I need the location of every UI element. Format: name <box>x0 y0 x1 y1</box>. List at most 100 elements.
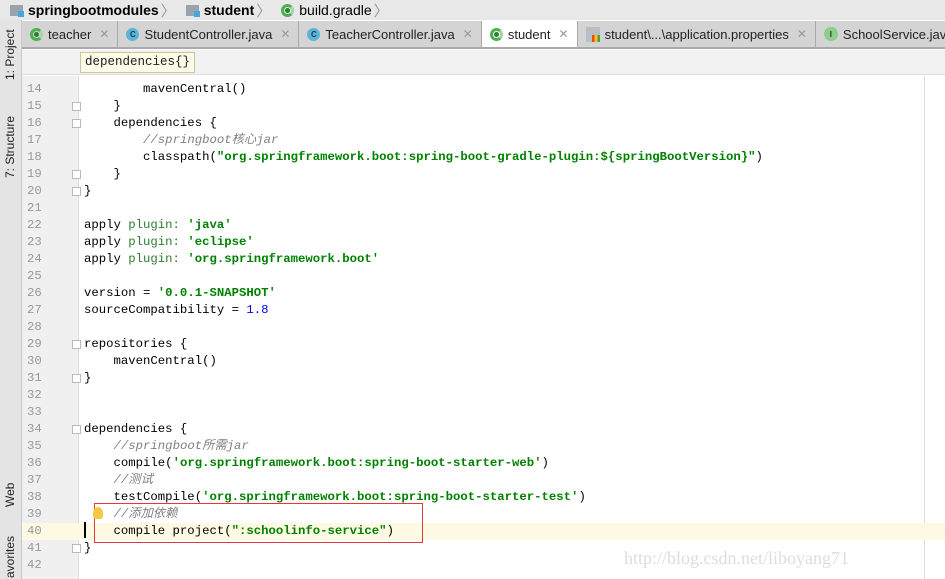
close-icon[interactable]: ✕ <box>463 27 473 41</box>
code-line: 22 apply plugin: 'java' <box>22 217 945 234</box>
close-icon[interactable]: ✕ <box>99 27 109 41</box>
editor-tabs: teacher ✕ C StudentController.java ✕ C Teacher… <box>22 21 945 49</box>
code-line: 32 <box>22 387 945 404</box>
code-token: apply <box>84 235 129 249</box>
code-token: //测试 <box>113 473 153 487</box>
code-line: 26 version = '0.0.1-SNAPSHOT' <box>22 285 945 302</box>
line-number: 23 <box>27 235 42 249</box>
line-number: 31 <box>27 371 42 385</box>
code-text: apply plugin: 'eclipse' <box>84 234 254 251</box>
code-line: 16 dependencies { <box>22 115 945 132</box>
chevron-right-icon: 〉 <box>160 2 176 20</box>
code-token: dependencies { <box>84 422 188 436</box>
code-token: } <box>84 184 92 198</box>
tab-schoolservice-java[interactable]: I SchoolService.java <box>815 21 945 47</box>
code-token: plugin: <box>128 218 180 232</box>
breadcrumb-item[interactable]: springbootmodules 〉 <box>10 0 180 21</box>
fold-marker-icon[interactable] <box>72 544 81 553</box>
line-number: 17 <box>27 133 42 147</box>
code-token: ) <box>541 456 549 470</box>
favorites-tool-button[interactable]: avorites <box>3 536 17 578</box>
interface-icon: I <box>823 27 838 41</box>
code-line: 27 sourceCompatibility = 1.8 <box>22 302 945 319</box>
tab-label: teacher <box>48 26 92 42</box>
code-line: 15 } <box>22 98 945 115</box>
fold-marker-icon[interactable] <box>72 187 81 196</box>
code-line: 34 dependencies { <box>22 421 945 438</box>
code-token: 'java' <box>187 218 232 232</box>
code-line: 17 //springboot核心jar <box>22 132 945 149</box>
code-text: version = '0.0.1-SNAPSHOT' <box>84 285 276 302</box>
code-token: 'org.springframework.boot' <box>187 252 380 266</box>
close-icon[interactable]: ✕ <box>559 27 569 41</box>
line-number: 19 <box>27 167 42 181</box>
fold-marker-icon[interactable] <box>72 374 81 383</box>
tab-student-application-properties[interactable]: student\...\application.properties ✕ <box>577 21 816 47</box>
line-number: 25 <box>27 269 42 283</box>
tab-label: student\...\application.properties <box>604 26 789 42</box>
code-text: } <box>84 166 121 183</box>
code-text: //测试 <box>84 472 153 489</box>
code-line: 20} <box>22 183 945 200</box>
code-editor[interactable]: 14 mavenCentral() 15 } 16 dependencies {17… <box>22 81 945 574</box>
web-tool-button[interactable]: Web <box>3 483 17 507</box>
fold-marker-icon[interactable] <box>72 170 81 179</box>
properties-file-icon <box>585 26 600 42</box>
code-token: "org.springframework.boot:spring-boot-gr… <box>216 150 756 164</box>
code-line: 25 <box>22 268 945 285</box>
line-number: 18 <box>27 150 42 164</box>
code-token: 'org.springframework.boot:spring-boot-st… <box>202 490 579 504</box>
code-token: ) <box>755 150 763 164</box>
code-token: } <box>84 371 92 385</box>
code-line: 18 classpath("org.springframework.boot:s… <box>22 149 945 166</box>
breadcrumb-item[interactable]: build.gradle 〉 <box>281 0 392 21</box>
highlight-box <box>94 503 423 543</box>
breadcrumb-label: springbootmodules <box>28 2 159 18</box>
breadcrumb-item[interactable]: student 〉 <box>185 0 276 21</box>
code-token: sourceCompatibility = <box>84 303 247 317</box>
code-text: } <box>84 98 121 115</box>
structure-tooltip: dependencies{} <box>80 52 196 73</box>
line-number: 37 <box>27 473 42 487</box>
code-token: classpath( <box>84 150 217 164</box>
code-token: //springboot所需jar <box>113 439 249 453</box>
tab-student[interactable]: student ✕ <box>481 21 578 47</box>
gradle-icon <box>489 27 503 41</box>
tab-teacher[interactable]: teacher ✕ <box>22 21 119 47</box>
code-token: mavenCentral() <box>84 354 217 368</box>
code-token: } <box>84 99 121 113</box>
code-token: dependencies { <box>84 116 217 130</box>
tab-teachercontroller-java[interactable]: C TeacherController.java ✕ <box>299 21 482 47</box>
fold-marker-icon[interactable] <box>72 425 81 434</box>
tab-studentcontroller-java[interactable]: C StudentController.java ✕ <box>118 21 300 47</box>
code-token: 'eclipse' <box>187 235 254 249</box>
close-icon[interactable]: ✕ <box>797 27 807 41</box>
code-text: } <box>84 370 91 387</box>
line-number: 39 <box>27 507 42 521</box>
line-number: 42 <box>27 558 42 572</box>
folder-icon <box>10 4 24 17</box>
code-token: '0.0.1-SNAPSHOT' <box>157 286 276 300</box>
line-number: 21 <box>27 201 42 215</box>
code-token: plugin: <box>128 235 180 249</box>
line-number: 16 <box>27 116 42 130</box>
lightbulb-icon[interactable] <box>93 507 103 519</box>
fold-marker-icon[interactable] <box>72 102 81 111</box>
code-text: apply plugin: 'java' <box>84 217 232 234</box>
fold-marker-icon[interactable] <box>72 340 81 349</box>
close-icon[interactable]: ✕ <box>280 27 290 41</box>
line-number: 28 <box>27 320 42 334</box>
code-text: apply plugin: 'org.springframework.boot' <box>84 251 379 268</box>
structure-tool-button[interactable]: 7: Structure <box>3 116 17 178</box>
code-token: } <box>84 541 92 555</box>
code-line: 28 <box>22 319 945 336</box>
fold-marker-icon[interactable] <box>72 119 81 128</box>
chevron-right-icon: 〉 <box>373 2 389 20</box>
project-tool-button[interactable]: 1: Project <box>3 29 17 80</box>
code-text: repositories { <box>84 336 187 353</box>
code-text: dependencies { <box>84 115 217 132</box>
code-line: 23 apply plugin: 'eclipse' <box>22 234 945 251</box>
code-token: apply <box>84 252 129 266</box>
